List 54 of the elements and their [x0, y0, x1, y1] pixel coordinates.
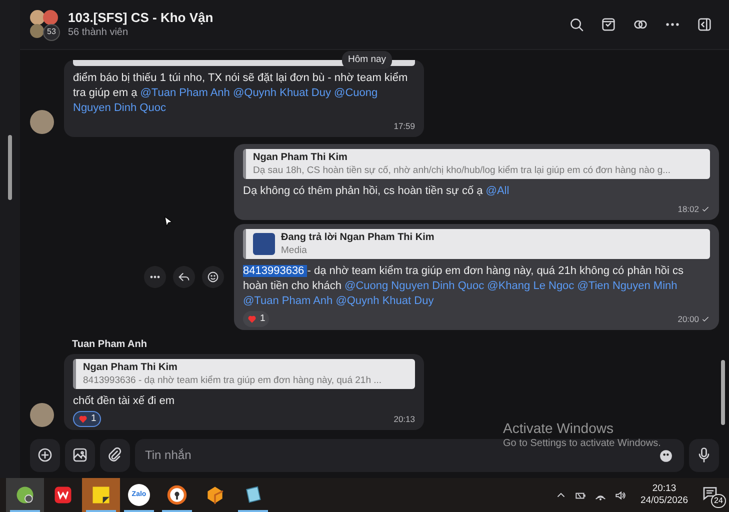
user-avatar: [30, 110, 54, 134]
quote-text: Media: [281, 244, 308, 257]
attach-button[interactable]: [100, 438, 130, 472]
notification-count: 24: [711, 494, 726, 508]
user-avatar: [30, 403, 54, 427]
clock[interactable]: 20:13 24/05/2026: [640, 483, 688, 507]
group-avatar-icon: [30, 24, 44, 38]
scrollbar: [721, 360, 725, 425]
plus-icon: [36, 446, 54, 464]
speaker-icon[interactable]: [614, 488, 628, 502]
member-count: 56 thành viên: [68, 26, 130, 39]
message-text: Dạ không có thêm phản hồi, cs hoàn tiền sự cố ạ @All: [243, 184, 510, 199]
voice-button[interactable]: [689, 438, 719, 472]
smiley-icon: [206, 270, 220, 284]
image-icon: [71, 446, 89, 464]
heart-reaction[interactable]: 1: [243, 311, 270, 327]
keyhole-app-icon: [166, 484, 188, 506]
heart-reaction[interactable]: 1: [73, 411, 102, 427]
scrollbar: [8, 135, 12, 200]
message-text: 8413993636 - dạ nhờ team kiểm tra giúp em đơn hàng này, quá 21h không có phản hồi cs hoàn tiền cho khách @Cuong Nguyen Dinh Quoc @Khang Le Ngoc @Tien Nguyen Minh @Tuan Pham Anh @Quynh Khuat Duy: [243, 264, 684, 309]
quote-author: Đang trả lời Ngan Pham Thi Kim: [281, 231, 434, 244]
app-icon: [14, 484, 36, 506]
message-time: 18:02: [678, 202, 699, 216]
wps-app-icon: [52, 484, 74, 506]
heart-icon: [78, 414, 88, 424]
reply-arrow-icon: [177, 270, 191, 284]
quote-text: Dạ sau 18h, CS hoàn tiền sự cố, nhờ anh/chị kho/hub/log kiểm tra lại giúp em có đơn hàng nào g...: [253, 164, 671, 177]
calendar-check-icon[interactable]: [600, 16, 617, 33]
group-title: 103.[SFS] CS - Kho Vận: [68, 10, 214, 26]
date-label: Hôm nay: [342, 51, 392, 70]
search-icon[interactable]: [568, 16, 585, 33]
sender-name: Tuan Pham Anh: [72, 338, 148, 352]
more-button[interactable]: [144, 266, 166, 288]
paperclip-icon: [106, 446, 124, 464]
message-time: 20:13: [394, 412, 415, 426]
reply-button[interactable]: [173, 266, 195, 288]
activation-title: Activate Windows: [503, 420, 614, 437]
quote-text: 8413993636 - dạ nhờ team kiểm tra giúp em đơn hàng này, quá 21h ...: [83, 374, 382, 387]
activation-text: Go to Settings to activate Windows.: [503, 437, 661, 450]
message-time: 20:00: [678, 312, 699, 326]
image-button[interactable]: [65, 438, 95, 472]
add-button[interactable]: [30, 438, 60, 472]
group-avatar-icon: [43, 10, 58, 24]
side-panel-icon[interactable]: [696, 16, 713, 33]
quote-author: Ngan Pham Thi Kim: [83, 361, 178, 374]
sticky-note-icon: [90, 484, 112, 506]
message-text: chốt đền tài xế đi em: [73, 394, 176, 409]
message-time: 17:59: [394, 120, 415, 132]
member-count-badge: 53: [43, 24, 60, 40]
quote-author: Ngan Pham Thi Kim: [253, 151, 348, 164]
group-avatar-icon: [30, 10, 45, 24]
emoji-button[interactable]: [202, 266, 224, 288]
message-text: điểm báo bị thiếu 1 túi nho, TX nói sẽ đặt lại đơn bù - nhờ team kiểm tra giúp em ạ @Tuan Pham Anh @Quynh Khuat Duy @Cuong Nguyen Dinh Quoc: [73, 71, 409, 116]
heart-icon: [247, 314, 257, 324]
